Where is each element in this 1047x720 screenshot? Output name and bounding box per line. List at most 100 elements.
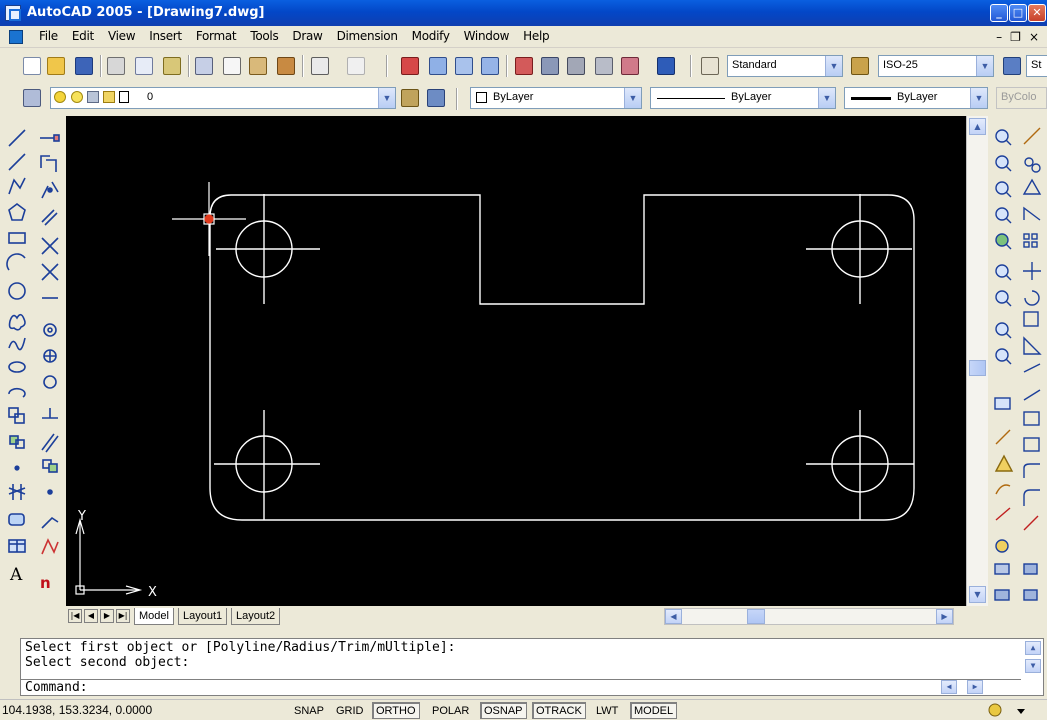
snap-from-icon[interactable] <box>1023 563 1038 575</box>
zoom-extents-icon[interactable] <box>995 348 1012 365</box>
snap-tracking-icon[interactable] <box>1023 515 1039 531</box>
quick-dimension-icon[interactable] <box>994 589 1010 601</box>
fillet-icon[interactable] <box>41 516 59 529</box>
chevron-down-icon[interactable]: ▼ <box>970 88 987 108</box>
first-tab-icon[interactable]: |◀ <box>68 609 82 623</box>
copy-icon[interactable] <box>222 56 242 76</box>
horizontal-scroll-thumb[interactable] <box>747 609 765 624</box>
scale-icon[interactable] <box>43 323 57 337</box>
properties-icon[interactable] <box>514 56 534 76</box>
scroll-up-icon[interactable]: ▲ <box>1025 641 1041 655</box>
drawing-canvas[interactable]: Y X <box>66 116 966 606</box>
rectangle-icon[interactable] <box>8 232 26 244</box>
snap-apparent-icon[interactable] <box>1023 206 1041 221</box>
join-icon[interactable] <box>42 459 58 473</box>
hole-bottom-left[interactable] <box>214 410 320 520</box>
arc-icon[interactable] <box>6 253 26 271</box>
dimension-ordinate-icon[interactable] <box>995 484 1011 495</box>
status-menu-icon[interactable] <box>1012 701 1030 719</box>
snap-tangent-icon[interactable] <box>1023 311 1039 327</box>
chevron-down-icon[interactable]: ▼ <box>976 56 993 76</box>
chamfer-icon[interactable] <box>47 489 53 495</box>
command-horizontal-scrollbar[interactable]: ◀ ▶ <box>941 680 1021 694</box>
line-icon[interactable] <box>8 129 26 147</box>
plot-style-select[interactable]: ByColo <box>996 87 1047 109</box>
cut-icon[interactable] <box>194 56 214 76</box>
minimize-button[interactable]: _ <box>990 4 1008 22</box>
menu-modify[interactable]: Modify <box>405 29 457 43</box>
snap-endpoint-icon[interactable] <box>1023 127 1041 145</box>
scroll-up-icon[interactable]: ▲ <box>969 118 986 135</box>
zoom-dynamic-icon[interactable] <box>995 155 1012 172</box>
menu-view[interactable]: View <box>101 29 142 43</box>
zoom-all-icon[interactable] <box>995 322 1012 339</box>
dimension-diameter-icon[interactable] <box>995 539 1009 553</box>
break-icon[interactable] <box>41 433 59 453</box>
dimension-linear-icon[interactable] <box>994 397 1011 410</box>
grid-toggle[interactable]: GRID <box>332 702 368 719</box>
snap-none-icon[interactable] <box>1023 463 1040 478</box>
lightbulb-icon[interactable] <box>54 91 66 103</box>
snap-parallel-icon[interactable] <box>1023 363 1041 373</box>
zoom-window-icon[interactable] <box>995 129 1012 146</box>
next-tab-icon[interactable]: ▶ <box>100 609 114 623</box>
lwt-toggle[interactable]: LWT <box>592 702 622 719</box>
snap-temp-icon[interactable] <box>1023 589 1038 601</box>
scroll-down-icon[interactable]: ▼ <box>969 586 986 603</box>
scroll-right-icon[interactable]: ▶ <box>936 609 953 624</box>
stretch-icon[interactable] <box>43 349 57 363</box>
hole-bottom-right[interactable] <box>806 410 914 520</box>
text-style-select[interactable]: Standard ▼ <box>727 55 843 77</box>
snap-nearest-icon[interactable] <box>1023 437 1040 452</box>
zoom-scale-icon[interactable] <box>995 181 1012 198</box>
sun-icon[interactable] <box>71 91 83 103</box>
command-prompt[interactable]: Command: <box>25 681 88 695</box>
spline-icon[interactable] <box>8 337 26 351</box>
chevron-down-icon[interactable]: ▼ <box>378 88 395 108</box>
polygon-icon[interactable] <box>8 203 26 221</box>
table-icon[interactable] <box>8 539 26 553</box>
undo-icon[interactable] <box>310 56 330 76</box>
point-icon[interactable] <box>14 465 20 471</box>
snap-quadrant-icon[interactable] <box>1024 290 1040 306</box>
chevron-down-icon[interactable]: ▼ <box>624 88 641 108</box>
layer-select[interactable]: 0 ▼ <box>50 87 396 109</box>
multiline-text-icon[interactable]: A <box>9 565 23 585</box>
explode-text-icon[interactable]: n <box>40 574 51 592</box>
zoom-window-icon[interactable] <box>454 56 474 76</box>
osnap-toggle[interactable]: OSNAP <box>480 702 527 719</box>
scroll-down-icon[interactable]: ▼ <box>1025 659 1041 673</box>
last-tab-icon[interactable]: ▶| <box>116 609 130 623</box>
doc-restore-button[interactable]: ❐ <box>1010 30 1021 44</box>
plot-icon[interactable] <box>106 56 126 76</box>
dimension-aligned-icon[interactable] <box>995 429 1011 445</box>
cursor-coordinates[interactable]: 104.1938, 153.3234, 0.0000 <box>2 703 152 717</box>
revision-cloud-icon[interactable] <box>8 313 26 331</box>
zoom-object-icon[interactable] <box>995 233 1012 250</box>
lineweight-select[interactable]: ByLayer ▼ <box>844 87 988 109</box>
ellipse-arc-icon[interactable] <box>8 387 26 398</box>
chevron-down-icon[interactable]: ▼ <box>818 88 835 108</box>
hatch-icon[interactable] <box>8 484 26 500</box>
paste-icon[interactable] <box>248 56 268 76</box>
maximize-button[interactable]: □ <box>1009 4 1027 22</box>
hole-top-left[interactable] <box>216 194 320 304</box>
command-vertical-scrollbar[interactable]: ▲ ▼ <box>1025 641 1041 679</box>
ellipse-icon[interactable] <box>8 361 26 373</box>
menu-help[interactable]: Help <box>516 29 556 43</box>
new-icon[interactable] <box>22 56 42 76</box>
erase-icon[interactable] <box>40 134 60 142</box>
scroll-left-icon[interactable]: ◀ <box>941 680 957 694</box>
markup-icon[interactable] <box>620 56 640 76</box>
snap-settings-icon[interactable] <box>1023 489 1040 506</box>
lock-icon[interactable] <box>103 91 115 103</box>
tool-palettes-icon[interactable] <box>566 56 586 76</box>
mirror-icon[interactable] <box>41 181 59 199</box>
table-style-select[interactable]: St <box>1026 55 1047 77</box>
save-icon[interactable] <box>74 56 94 76</box>
vertical-scrollbar[interactable]: ▲ ▼ <box>966 116 988 606</box>
design-center-icon[interactable] <box>540 56 560 76</box>
sheet-set-icon[interactable] <box>594 56 614 76</box>
autocad-app-icon[interactable] <box>5 5 21 21</box>
snap-center-icon[interactable] <box>1023 262 1041 280</box>
